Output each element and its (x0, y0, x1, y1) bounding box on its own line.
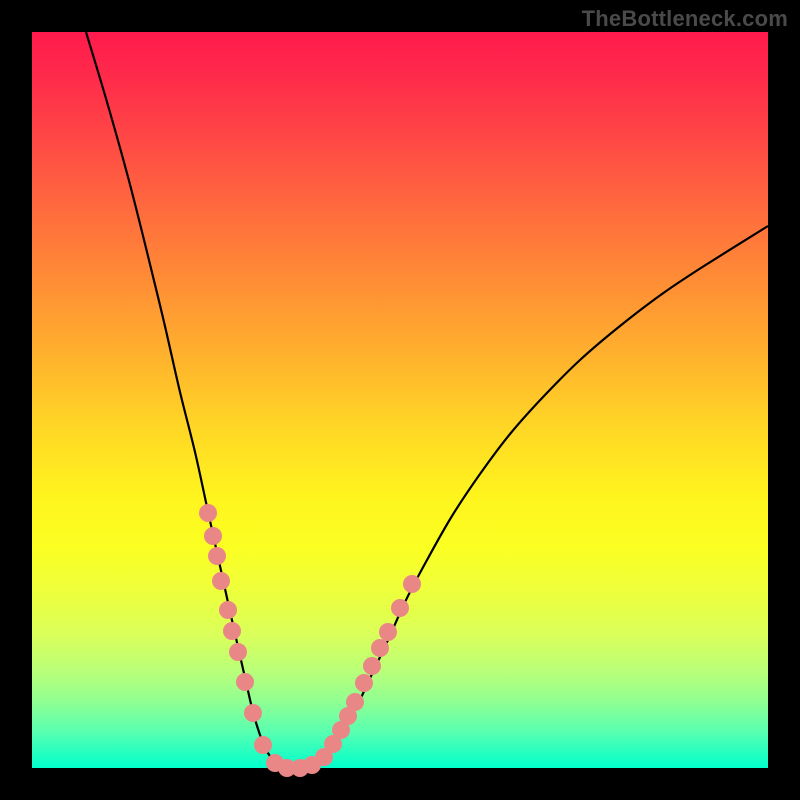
data-dot (403, 575, 421, 593)
data-dot (254, 736, 272, 754)
curve-layer (32, 32, 768, 768)
data-dot (219, 601, 237, 619)
watermark-text: TheBottleneck.com (582, 6, 788, 32)
data-dot (391, 599, 409, 617)
data-dot (199, 504, 217, 522)
chart-container: TheBottleneck.com (0, 0, 800, 800)
data-dot (236, 673, 254, 691)
data-dots (199, 504, 421, 777)
data-dot (208, 547, 226, 565)
data-dot (346, 693, 364, 711)
data-dot (363, 657, 381, 675)
data-dot (223, 622, 241, 640)
data-dot (244, 704, 262, 722)
data-dot (371, 639, 389, 657)
data-dot (204, 527, 222, 545)
data-dot (355, 674, 373, 692)
data-dot (229, 643, 247, 661)
plot-area (32, 32, 768, 768)
data-dot (379, 623, 397, 641)
data-dot (212, 572, 230, 590)
curve-left (86, 32, 292, 768)
